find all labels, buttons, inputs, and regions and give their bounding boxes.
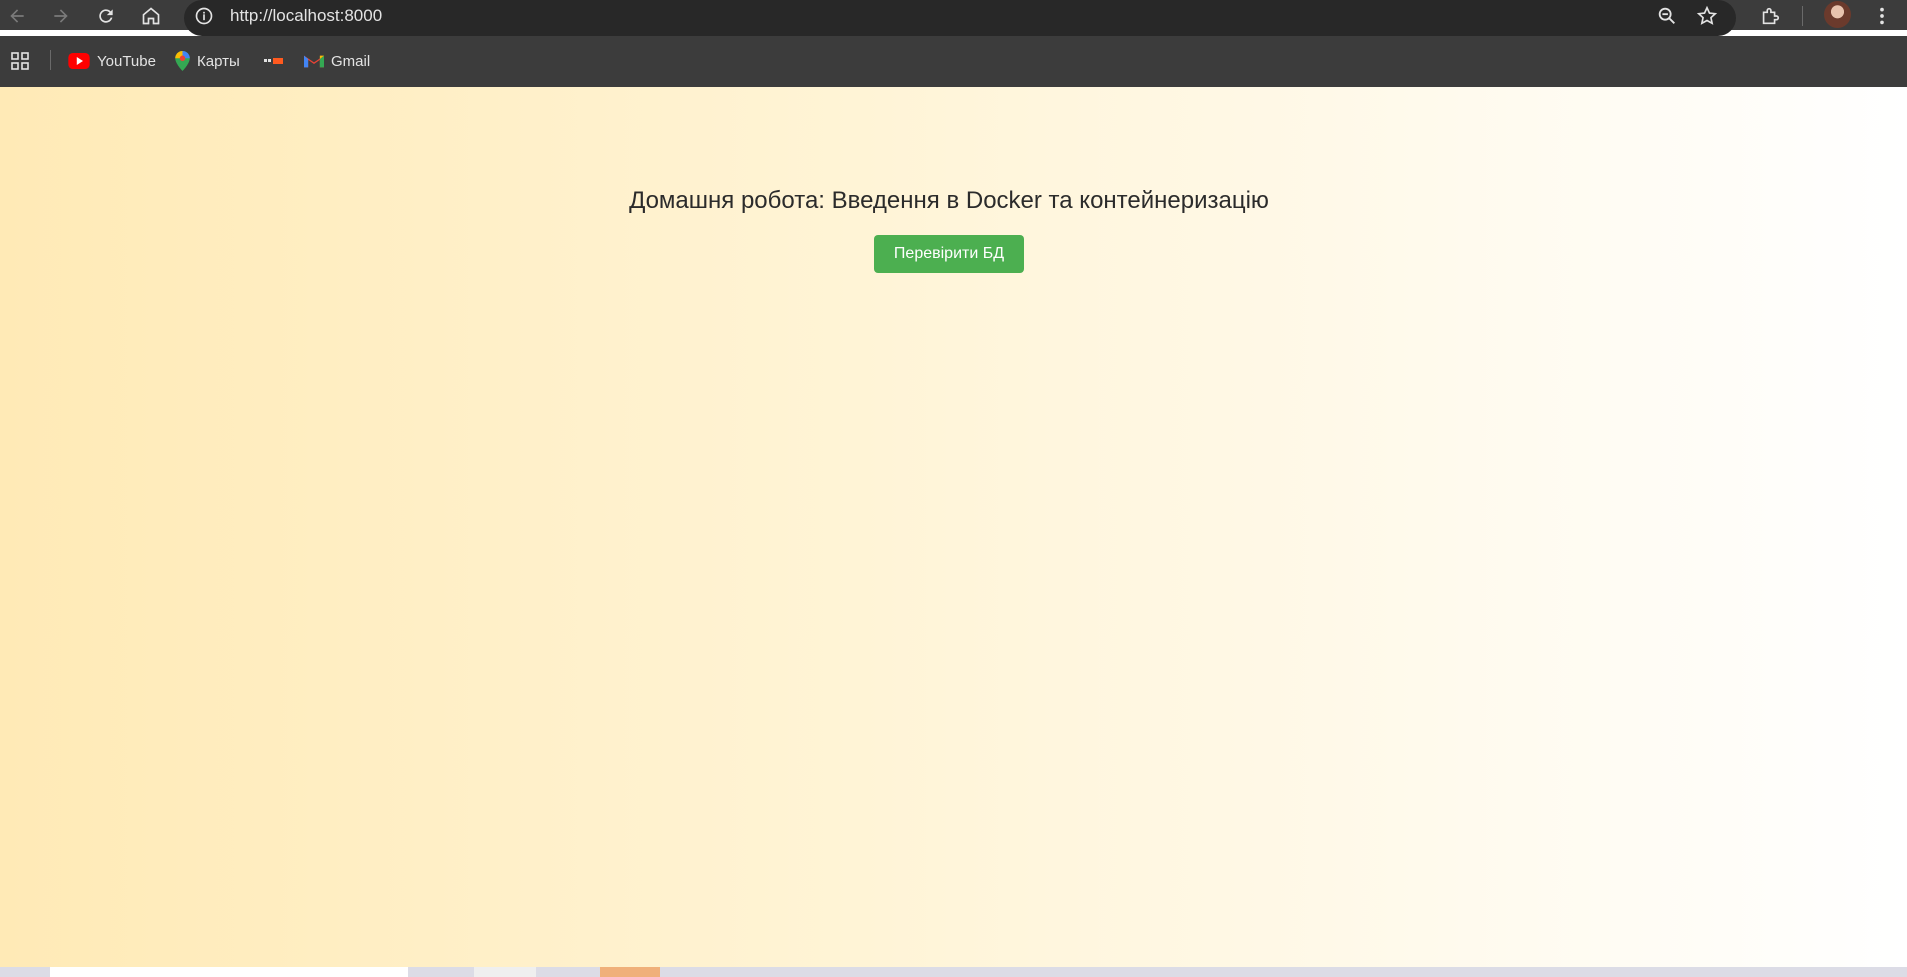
- extensions-icon: [1762, 7, 1780, 25]
- bookmark-favicon-icon: [264, 58, 283, 64]
- bookmark-unnamed[interactable]: [264, 50, 291, 72]
- avatar[interactable]: [1824, 1, 1851, 28]
- bookmark-youtube[interactable]: YouTube: [68, 50, 156, 72]
- forward-icon: [54, 9, 68, 23]
- back-button[interactable]: [4, 3, 30, 29]
- youtube-icon: [68, 53, 90, 69]
- page-content: Домашня робота: Введення в Docker та кон…: [0, 87, 1907, 967]
- taskbar-active-app[interactable]: [600, 967, 660, 977]
- back-icon: [10, 9, 24, 23]
- browser-toolbar: http://localhost:8000: [0, 0, 1907, 36]
- apps-grid-icon: [11, 52, 29, 70]
- maps-icon: [175, 51, 190, 71]
- star-icon[interactable]: [1696, 5, 1718, 27]
- bookmark-label: Карты: [197, 52, 240, 70]
- address-bar[interactable]: http://localhost:8000: [184, 0, 1736, 36]
- bookmark-maps[interactable]: Карты: [175, 50, 240, 72]
- info-icon[interactable]: [194, 6, 214, 26]
- taskbar-app-icon[interactable]: [474, 967, 536, 977]
- taskbar-search-box[interactable]: [50, 967, 408, 977]
- bookmarks-bar: YouTube Карты Gmail: [0, 36, 1907, 87]
- extensions-button[interactable]: [1757, 3, 1783, 29]
- bookmarks-separator: [50, 50, 51, 70]
- os-taskbar: [0, 967, 1907, 977]
- bookmark-label: YouTube: [97, 52, 156, 70]
- page-title: Домашня робота: Введення в Docker та кон…: [629, 187, 1269, 214]
- check-db-button[interactable]: Перевірити БД: [874, 235, 1024, 273]
- toolbar-separator: [1802, 6, 1803, 26]
- forward-button[interactable]: [48, 3, 74, 29]
- reload-button[interactable]: [93, 3, 119, 29]
- menu-icon: [1880, 7, 1884, 25]
- gmail-icon: [304, 55, 324, 67]
- bookmark-gmail[interactable]: Gmail: [304, 50, 370, 72]
- menu-button[interactable]: [1869, 3, 1895, 29]
- bookmark-label: Gmail: [331, 52, 371, 70]
- zoom-icon[interactable]: [1656, 5, 1678, 27]
- reload-icon: [99, 9, 113, 23]
- apps-button[interactable]: [10, 50, 30, 72]
- home-button[interactable]: [138, 3, 164, 29]
- home-icon: [142, 7, 160, 25]
- url-text[interactable]: http://localhost:8000: [230, 6, 382, 26]
